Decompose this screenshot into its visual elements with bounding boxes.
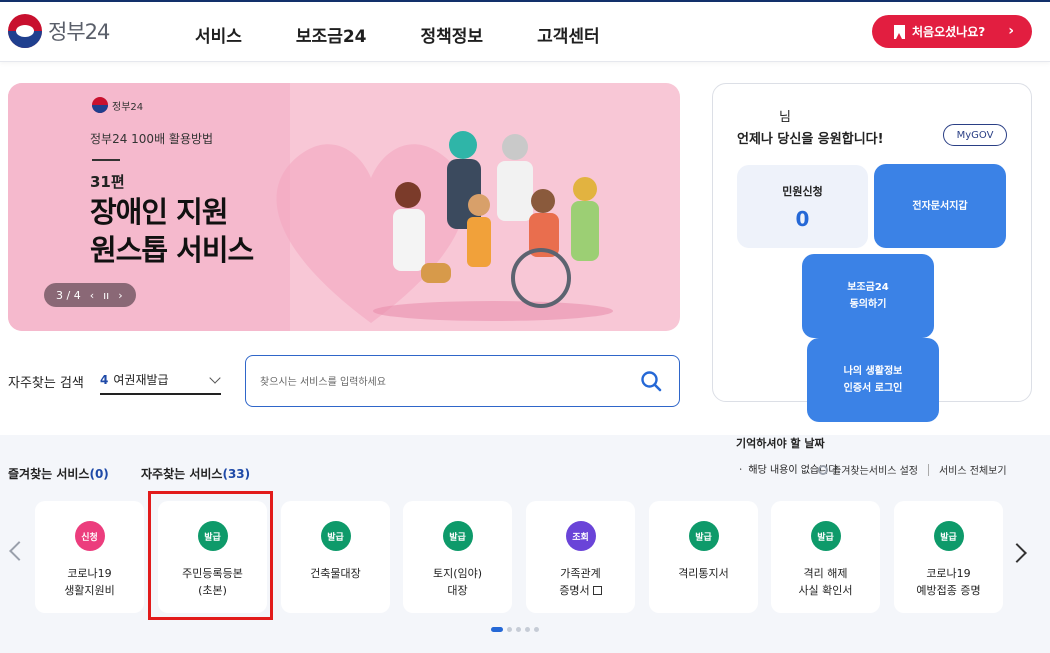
mygov-button[interactable]: MyGOV [943, 124, 1007, 146]
search-box [245, 355, 680, 407]
pager-count: 3 / 4 [56, 288, 81, 302]
nav-item-policy[interactable]: 정책정보 [421, 22, 484, 47]
promo-banner[interactable]: 정부24 정부24 100배 활용방법 31편 장애인 지원 원스톱 서비스 3… [8, 83, 680, 331]
service-links: 즐겨찾는서비스 설정 서비스 전체보기 [818, 462, 1007, 477]
highlight-box [148, 491, 273, 620]
service-card-family-certificate[interactable]: 조회 가족관계 증명서 [526, 501, 635, 613]
main-nav: 서비스 보조금24 정책정보 고객센터 [195, 22, 654, 47]
service-card-land-register[interactable]: 발급 토지(임야) 대장 [403, 501, 512, 613]
first-visit-button[interactable]: 처음오셨나요? › [872, 15, 1032, 48]
banner-subtitle: 정부24 100배 활용방법 [90, 132, 214, 146]
logo-text: 정부24 [48, 20, 110, 44]
carousel-dot[interactable] [516, 627, 521, 632]
service-label: 가족관계 증명서 [559, 567, 602, 597]
service-card-vaccination-cert[interactable]: 발급 코로나19 예방접종 증명 [894, 501, 1003, 613]
carousel-dots [491, 627, 539, 632]
external-link-icon [592, 586, 602, 595]
faq-value: 여권재발급 [113, 373, 169, 387]
service-card-quarantine-release[interactable]: 발급 격리 해제 사실 확인서 [771, 501, 880, 613]
issue-badge: 발급 [688, 521, 719, 551]
user-panel: 님 언제나 당신을 응원합니다! MyGOV 민원신청 0 전자문서지갑 보조금… [712, 83, 1032, 422]
service-label: 코로나19 생활지원비 [64, 567, 115, 597]
banner-divider [92, 159, 120, 161]
site-header: 정부24 서비스 보조금24 정책정보 고객센터 처음오셨나요? › [0, 2, 1050, 62]
remember-dates-title: 기억하셔야 할 날짜 [736, 437, 825, 450]
banner-title: 장애인 지원 원스톱 서비스 [90, 195, 254, 267]
pager-next-icon[interactable]: › [118, 289, 122, 302]
service-card-quarantine-notice[interactable]: 발급 격리통지서 [649, 501, 758, 613]
service-label: 격리통지서 [678, 567, 729, 580]
certificate-login-button[interactable]: 나의 생활정보 인증서 로그인 [807, 338, 939, 422]
search-input[interactable] [260, 372, 620, 392]
service-label: 토지(임야) 대장 [432, 567, 483, 597]
pager-pause-icon[interactable]: ıı [103, 289, 109, 302]
nav-item-subsidy24[interactable]: 보조금24 [296, 22, 367, 47]
search-icon[interactable] [640, 370, 662, 392]
carousel-dot[interactable] [525, 627, 530, 632]
issue-badge: 발급 [442, 521, 473, 551]
minwon-label: 민원신청 [782, 184, 823, 198]
tab-favorite-services[interactable]: 즐겨찾는 서비스(0) [8, 465, 109, 482]
tab-frequent-services[interactable]: 자주찾는 서비스(33) [141, 465, 250, 482]
gear-icon [818, 464, 828, 475]
faq-search-select[interactable]: 4 여권재발급 [100, 366, 221, 395]
service-label: 코로나19 예방접종 증명 [916, 567, 981, 597]
nav-item-support[interactable]: 고객센터 [537, 22, 600, 47]
service-label: 건축물대장 [310, 567, 361, 580]
banner-pager: 3 / 4 ‹ ıı › [44, 283, 136, 307]
banner-logo: 정부24 [92, 97, 143, 113]
service-card-covid-support[interactable]: 신청 코로나19 생활지원비 [35, 501, 144, 613]
people-illustration [373, 131, 613, 321]
chevron-right-icon: › [1008, 23, 1014, 39]
minwon-count: 0 [795, 206, 810, 231]
carousel-dot[interactable] [534, 627, 539, 632]
minwon-tile[interactable]: 민원신청 0 [737, 165, 868, 248]
first-visit-label: 처음오셨나요? [912, 25, 986, 39]
faq-rank: 4 [100, 372, 109, 387]
carousel-dot-active[interactable] [491, 627, 503, 632]
service-label: 격리 해제 사실 확인서 [798, 567, 853, 597]
e-wallet-button[interactable]: 전자문서지갑 [874, 164, 1006, 248]
pager-prev-icon[interactable]: ‹ [90, 289, 94, 302]
nav-item-services[interactable]: 서비스 [195, 22, 242, 47]
bookmark-icon [894, 24, 905, 39]
subsidy-consent-button[interactable]: 보조금24 동의하기 [802, 254, 934, 338]
taegeuk-icon [92, 97, 108, 113]
greeting-name: 님 [779, 110, 791, 125]
favorite-setting-link[interactable]: 즐겨찾는서비스 설정 [832, 462, 918, 477]
divider [927, 463, 929, 476]
carousel-dot[interactable] [507, 627, 512, 632]
service-card-building-register[interactable]: 발급 건축물대장 [281, 501, 390, 613]
taegeuk-icon [8, 14, 42, 48]
apply-badge: 신청 [74, 521, 105, 551]
chevron-down-icon [209, 372, 221, 384]
faq-search-label: 자주찾는 검색 [8, 376, 84, 391]
inquiry-badge: 조회 [565, 521, 596, 551]
all-services-link[interactable]: 서비스 전체보기 [939, 462, 1007, 477]
issue-badge: 발급 [320, 521, 351, 551]
gov24-logo[interactable]: 정부24 [8, 14, 110, 48]
issue-badge: 발급 [933, 521, 964, 551]
banner-episode: 31편 [90, 173, 125, 191]
issue-badge: 발급 [810, 521, 841, 551]
greeting-message: 언제나 당신을 응원합니다! [737, 132, 884, 147]
